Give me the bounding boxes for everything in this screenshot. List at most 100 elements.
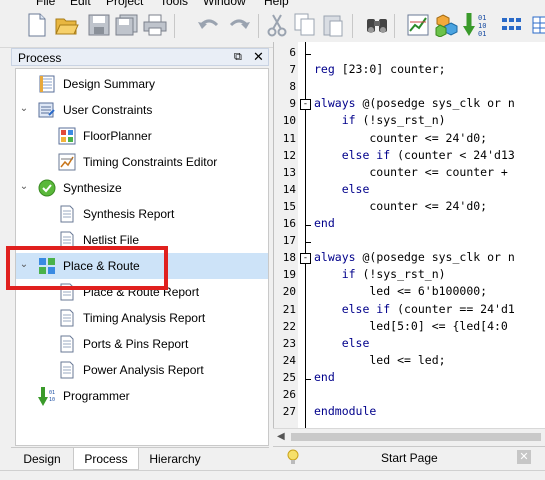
scroll-left-icon[interactable]: ◀ (277, 431, 285, 442)
menu-project[interactable]: Project (106, 0, 143, 8)
line-number: 12 (282, 148, 296, 162)
redo-icon[interactable] (226, 12, 252, 38)
code-line[interactable]: else if (counter < 24'd13 (314, 148, 515, 162)
tree-item-design-summary[interactable]: Design Summary (16, 71, 268, 97)
tree-item-programmer[interactable]: 01 10 Programmer (16, 383, 268, 409)
report-icon (58, 205, 76, 223)
bitstream-text-2: 10 (478, 22, 486, 30)
tree-item-timing-analysis-report[interactable]: Timing Analysis Report (16, 305, 268, 331)
fold-end-mark (305, 242, 311, 244)
summary-icon (38, 75, 56, 93)
save-all-icon[interactable] (114, 12, 140, 38)
line-number: 8 (289, 80, 296, 94)
code-text: counter <= counter + (314, 164, 508, 179)
line-number: 17 (282, 234, 296, 248)
undo-icon[interactable] (196, 12, 222, 38)
code-line[interactable]: endmodule (314, 404, 376, 418)
floorplanner-icon (58, 127, 76, 145)
tree-item-synthesis-report[interactable]: Synthesis Report (16, 201, 268, 227)
line-number: 11 (282, 131, 296, 145)
code-text: (!sys_rst_n) (355, 113, 446, 128)
code-line[interactable]: led <= 6'b100000; (314, 284, 487, 298)
save-icon[interactable] (86, 12, 112, 38)
tree-item-user-constraints[interactable]: ⌄ User Constraints (16, 97, 268, 123)
paste-icon[interactable] (320, 12, 346, 38)
fold-end-mark (305, 54, 311, 55)
tab-process[interactable]: Process (73, 448, 139, 470)
code-line[interactable]: end (314, 216, 335, 230)
line-number: 13 (282, 165, 296, 179)
line-number: 27 (282, 405, 296, 419)
open-folder-icon[interactable] (54, 12, 80, 38)
code-line[interactable]: if (!sys_rst_n) (314, 267, 446, 281)
layout-grid-icon[interactable] (500, 12, 526, 38)
cut-icon[interactable] (264, 12, 290, 38)
code-line[interactable]: always @(posedge sys_clk or n (314, 250, 515, 264)
code-line[interactable]: if (!sys_rst_n) (314, 113, 446, 127)
line-number: 20 (282, 285, 296, 299)
bitstream-text-1: 01 (478, 14, 486, 22)
menu-edit[interactable]: Edit (70, 0, 91, 8)
find-binoculars-icon[interactable] (364, 12, 390, 38)
code-line[interactable]: else if (counter == 24'd1 (314, 302, 515, 316)
fold-toggle-icon[interactable]: - (300, 253, 311, 265)
tree-item-timing-constraints-editor[interactable]: Timing Constraints Editor (16, 149, 268, 175)
constraints-icon (38, 101, 56, 119)
code-text: led <= 6'b100000; (314, 284, 488, 299)
code-line[interactable]: counter <= 24'd0; (314, 131, 487, 145)
tab-hierarchy[interactable]: Hierarchy (139, 448, 211, 470)
fold-end-mark (305, 378, 311, 380)
code-line[interactable]: else (314, 182, 370, 196)
tree-item-label: Synthesize (63, 181, 122, 195)
highlight-box (6, 246, 168, 290)
new-file-icon[interactable] (24, 12, 50, 38)
layout-grid-2-icon[interactable] (528, 12, 545, 38)
start-page-tab[interactable]: Start Page ✕ (273, 446, 545, 468)
close-panel-icon[interactable]: ✕ (253, 49, 264, 65)
svg-text:10: 10 (49, 397, 55, 403)
bitstream-download-icon[interactable]: 01 10 01 (462, 12, 492, 38)
code-text: counter <= 24'd0; (314, 198, 488, 213)
fold-toggle-icon[interactable]: - (300, 99, 311, 111)
tree-item-floorplanner[interactable]: FloorPlanner (16, 123, 268, 149)
code-keyword: reg (314, 62, 335, 77)
tree-item-power-analysis-report[interactable]: Power Analysis Report (16, 357, 268, 383)
horizontal-scrollbar[interactable]: ◀ (273, 428, 545, 444)
code-line[interactable]: counter <= counter + (314, 165, 508, 179)
line-number: 9 (289, 97, 296, 111)
tree-item-synthesize[interactable]: ⌄ Synthesize (16, 175, 268, 201)
code-line[interactable]: led <= led; (314, 352, 446, 367)
menu-tools[interactable]: Tools (160, 0, 188, 8)
tree-item-ports-pins-report[interactable]: Ports & Pins Report (16, 331, 268, 357)
code-editor[interactable]: 6 7 reg [23:0] counter; 8 9 always @(posedge … (273, 42, 545, 428)
code-text: led[5:0] <= {led[4:0 (314, 318, 508, 333)
code-keyword: endmodule (314, 404, 377, 419)
cubes-icon[interactable] (434, 12, 460, 38)
code-text: led <= led; (314, 352, 446, 367)
line-number: 16 (282, 217, 296, 230)
code-line[interactable]: led[5:0] <= {led[4:0 (314, 319, 508, 333)
menu-help[interactable]: Help (264, 0, 289, 8)
code-line[interactable]: always @(posedge sys_clk or n (314, 96, 515, 110)
menu-window[interactable]: Window (203, 0, 246, 8)
close-tab-icon[interactable]: ✕ (517, 450, 531, 464)
float-panel-icon[interactable]: ⧉ (234, 51, 242, 64)
code-line[interactable]: else (314, 336, 370, 350)
timing-chart-icon[interactable] (406, 12, 432, 38)
code-line[interactable]: reg [23:0] counter; (314, 62, 446, 76)
chevron-down-icon[interactable]: ⌄ (18, 103, 30, 115)
scroll-thumb[interactable] (291, 433, 541, 441)
copy-icon[interactable] (292, 12, 318, 38)
code-text: @(posedge sys_clk or n (355, 250, 515, 265)
line-number: 24 (282, 353, 296, 367)
print-icon[interactable] (142, 12, 168, 38)
tab-design[interactable]: Design (11, 448, 73, 470)
code-line[interactable]: counter <= 24'd0; (314, 199, 487, 213)
menu-file[interactable]: File (36, 0, 55, 8)
line-number: 15 (282, 199, 296, 213)
code-line[interactable]: end (314, 370, 335, 384)
line-number: 14 (282, 182, 296, 196)
panel-header: Process ⧉ ✕ (11, 48, 269, 66)
line-number: 22 (282, 319, 296, 333)
chevron-down-icon[interactable]: ⌄ (18, 181, 30, 193)
